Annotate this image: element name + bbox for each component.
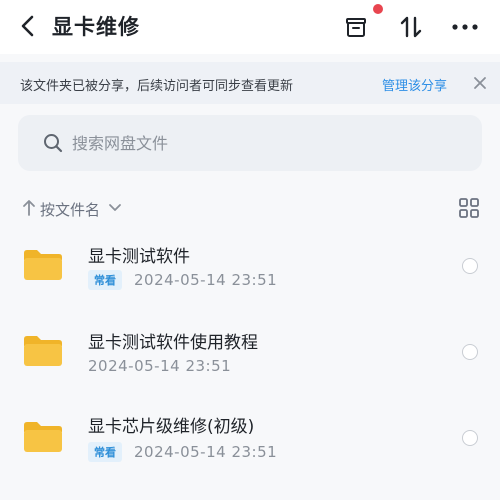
sort-row: 按文件名 (0, 190, 500, 226)
file-name: 显卡测试软件使用教程 (88, 333, 258, 353)
notification-dot (373, 4, 383, 14)
file-row[interactable]: 显卡测试软件使用教程 2024-05-14 23:51 (0, 314, 500, 398)
file-meta: 常看 2024-05-14 23:51 (88, 270, 277, 290)
search-icon (44, 134, 63, 153)
arrow-up-icon (23, 200, 35, 216)
manage-share-link[interactable]: 管理该分享 (382, 75, 447, 94)
box-icon (346, 18, 366, 37)
chevron-down-icon[interactable] (107, 200, 123, 216)
search-box[interactable] (18, 115, 482, 171)
search-input[interactable] (72, 131, 452, 155)
frequent-badge: 常看 (88, 442, 122, 462)
more-button[interactable] (450, 12, 480, 42)
file-row[interactable]: 显卡芯片级维修(初级) 常看 2024-05-14 23:51 (0, 400, 500, 484)
file-name: 显卡芯片级维修(初级) (88, 417, 255, 437)
share-notice-text: 该文件夹已被分享，后续访问者可同步查看更新 (20, 79, 294, 94)
frequent-badge: 常看 (88, 270, 122, 290)
file-date: 2024-05-14 23:51 (88, 357, 232, 375)
select-radio[interactable] (462, 344, 478, 360)
close-icon (474, 77, 486, 89)
file-date: 2024-05-14 23:51 (134, 443, 278, 461)
transfer-box-button[interactable] (341, 12, 371, 42)
file-meta: 2024-05-14 23:51 (88, 356, 231, 376)
close-notice-button[interactable] (471, 74, 489, 92)
more-icon (452, 24, 478, 30)
file-meta: 常看 2024-05-14 23:51 (88, 442, 277, 462)
grid-view-icon[interactable] (458, 197, 480, 219)
sort-label[interactable]: 按文件名 (40, 199, 100, 220)
back-button[interactable] (16, 13, 40, 39)
select-radio[interactable] (462, 430, 478, 446)
sort-icon (400, 16, 422, 38)
file-name: 显卡测试软件 (88, 247, 190, 267)
file-date: 2024-05-14 23:51 (134, 271, 278, 289)
folder-icon (24, 250, 62, 280)
share-notice-bar: 该文件夹已被分享，后续访问者可同步查看更新 管理该分享 (0, 62, 500, 104)
file-row[interactable]: 显卡测试软件 常看 2024-05-14 23:51 (0, 228, 500, 312)
folder-icon (24, 336, 62, 366)
top-bar: 显卡维修 (0, 0, 500, 54)
page-title: 显卡维修 (52, 15, 140, 39)
folder-icon (24, 422, 62, 452)
back-icon (21, 15, 34, 37)
select-radio[interactable] (462, 258, 478, 274)
sort-button[interactable] (396, 12, 426, 42)
